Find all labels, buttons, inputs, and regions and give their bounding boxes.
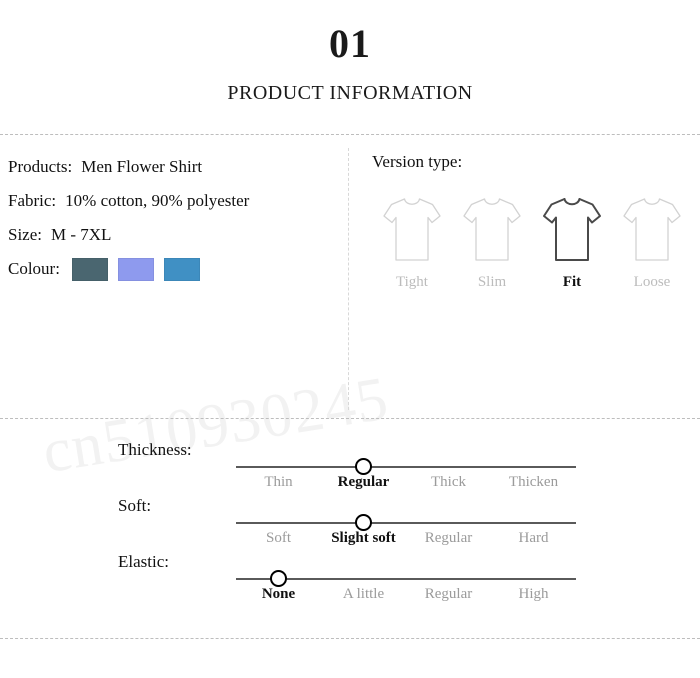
spec-value-products: Men Flower Shirt — [81, 157, 203, 176]
slider-tick-label[interactable]: A little — [321, 586, 406, 603]
slider-row-elastic: Elastic: None A little Regular High — [0, 552, 700, 608]
spec-label-products: Products: — [8, 157, 73, 176]
slider-tick-label[interactable]: Hard — [491, 530, 576, 547]
colour-swatch-list — [71, 257, 210, 281]
slider-label-elastic: Elastic: — [118, 552, 169, 571]
version-option-fit[interactable]: Fit — [532, 194, 612, 291]
spec-row-products: Products: Men Flower Shirt — [8, 156, 338, 179]
version-option-label: Fit — [562, 274, 582, 290]
version-option-tight[interactable]: Tight — [372, 194, 452, 291]
version-option-label: Tight — [396, 274, 428, 290]
page-title: PRODUCT INFORMATION — [227, 82, 473, 104]
slider-ticks-soft: Soft Slight soft Regular Hard — [236, 530, 576, 547]
slider-row-soft: Soft: Soft Slight soft Regular Hard — [0, 496, 700, 552]
slider-knob-soft[interactable] — [355, 514, 372, 531]
version-type-panel: Version type: Tight Slim Fit Loose — [372, 152, 692, 291]
version-option-label: Loose — [633, 274, 671, 290]
slider-ticks-thickness: Thin Regular Thick Thicken — [236, 474, 576, 491]
slider-label-thickness: Thickness: — [118, 440, 192, 459]
divider-bottom — [0, 638, 700, 639]
divider-middle — [0, 418, 700, 419]
slider-track-thickness[interactable] — [236, 466, 576, 468]
tshirt-icon — [383, 198, 441, 261]
divider-top — [0, 134, 700, 135]
spec-value-size: M - 7XL — [51, 224, 112, 244]
slider-ticks-elastic: None A little Regular High — [236, 586, 576, 603]
spec-row-fabric: Fabric: 10% cotton, 90% polyester — [8, 190, 338, 213]
slider-tick-label[interactable]: Slight soft — [321, 530, 406, 547]
spec-label-fabric: Fabric: — [8, 190, 57, 210]
page-header: 01 PRODUCT INFORMATION — [0, 0, 700, 105]
version-type-heading: Version type: — [372, 152, 463, 171]
tshirt-icon — [543, 198, 601, 261]
slider-tick-label[interactable]: Regular — [406, 530, 491, 547]
slider-track-soft[interactable] — [236, 522, 576, 524]
slider-knob-thickness[interactable] — [355, 458, 372, 475]
slider-tick-label[interactable]: Thicken — [491, 474, 576, 491]
colour-swatch-periwinkle[interactable] — [117, 257, 154, 281]
slider-tick-label[interactable]: Thick — [406, 474, 491, 491]
slider-label-soft: Soft: — [118, 496, 152, 515]
version-type-options: Tight Slim Fit Loose — [372, 194, 692, 291]
tshirt-icon — [463, 198, 521, 261]
version-option-label: Slim — [477, 274, 507, 290]
colour-swatch-dark-slate-blue[interactable] — [71, 257, 108, 281]
slider-row-thickness: Thickness: Thin Regular Thick Thicken — [0, 440, 700, 496]
slider-tick-label[interactable]: Regular — [406, 586, 491, 603]
attribute-sliders: Thickness: Thin Regular Thick Thicken Soft: So… — [0, 440, 700, 608]
slider-tick-label[interactable]: Soft — [236, 530, 321, 547]
slider-tick-label[interactable]: None — [236, 586, 321, 603]
spec-row-size: Size: M - 7XL — [8, 224, 338, 247]
slider-tick-label[interactable]: Thin — [236, 474, 321, 491]
version-option-loose[interactable]: Loose — [612, 194, 692, 291]
slider-tick-label[interactable]: Regular — [321, 474, 406, 491]
tshirt-icon — [623, 198, 681, 261]
slider-knob-elastic[interactable] — [270, 570, 287, 587]
section-number: 01 — [329, 21, 371, 66]
product-info-panel: Products: Men Flower Shirt Fabric: 10% c… — [8, 156, 338, 292]
spec-row-colour: Colour: — [8, 257, 338, 281]
spec-label-colour: Colour: — [8, 258, 60, 278]
slider-track-elastic[interactable] — [236, 578, 576, 580]
colour-swatch-medium-blue[interactable] — [163, 257, 200, 281]
spec-label-size: Size: — [8, 224, 42, 244]
version-option-slim[interactable]: Slim — [452, 194, 532, 291]
slider-tick-label[interactable]: High — [491, 586, 576, 603]
divider-vertical — [348, 148, 349, 410]
spec-value-fabric: 10% cotton, 90% polyester — [65, 190, 250, 210]
